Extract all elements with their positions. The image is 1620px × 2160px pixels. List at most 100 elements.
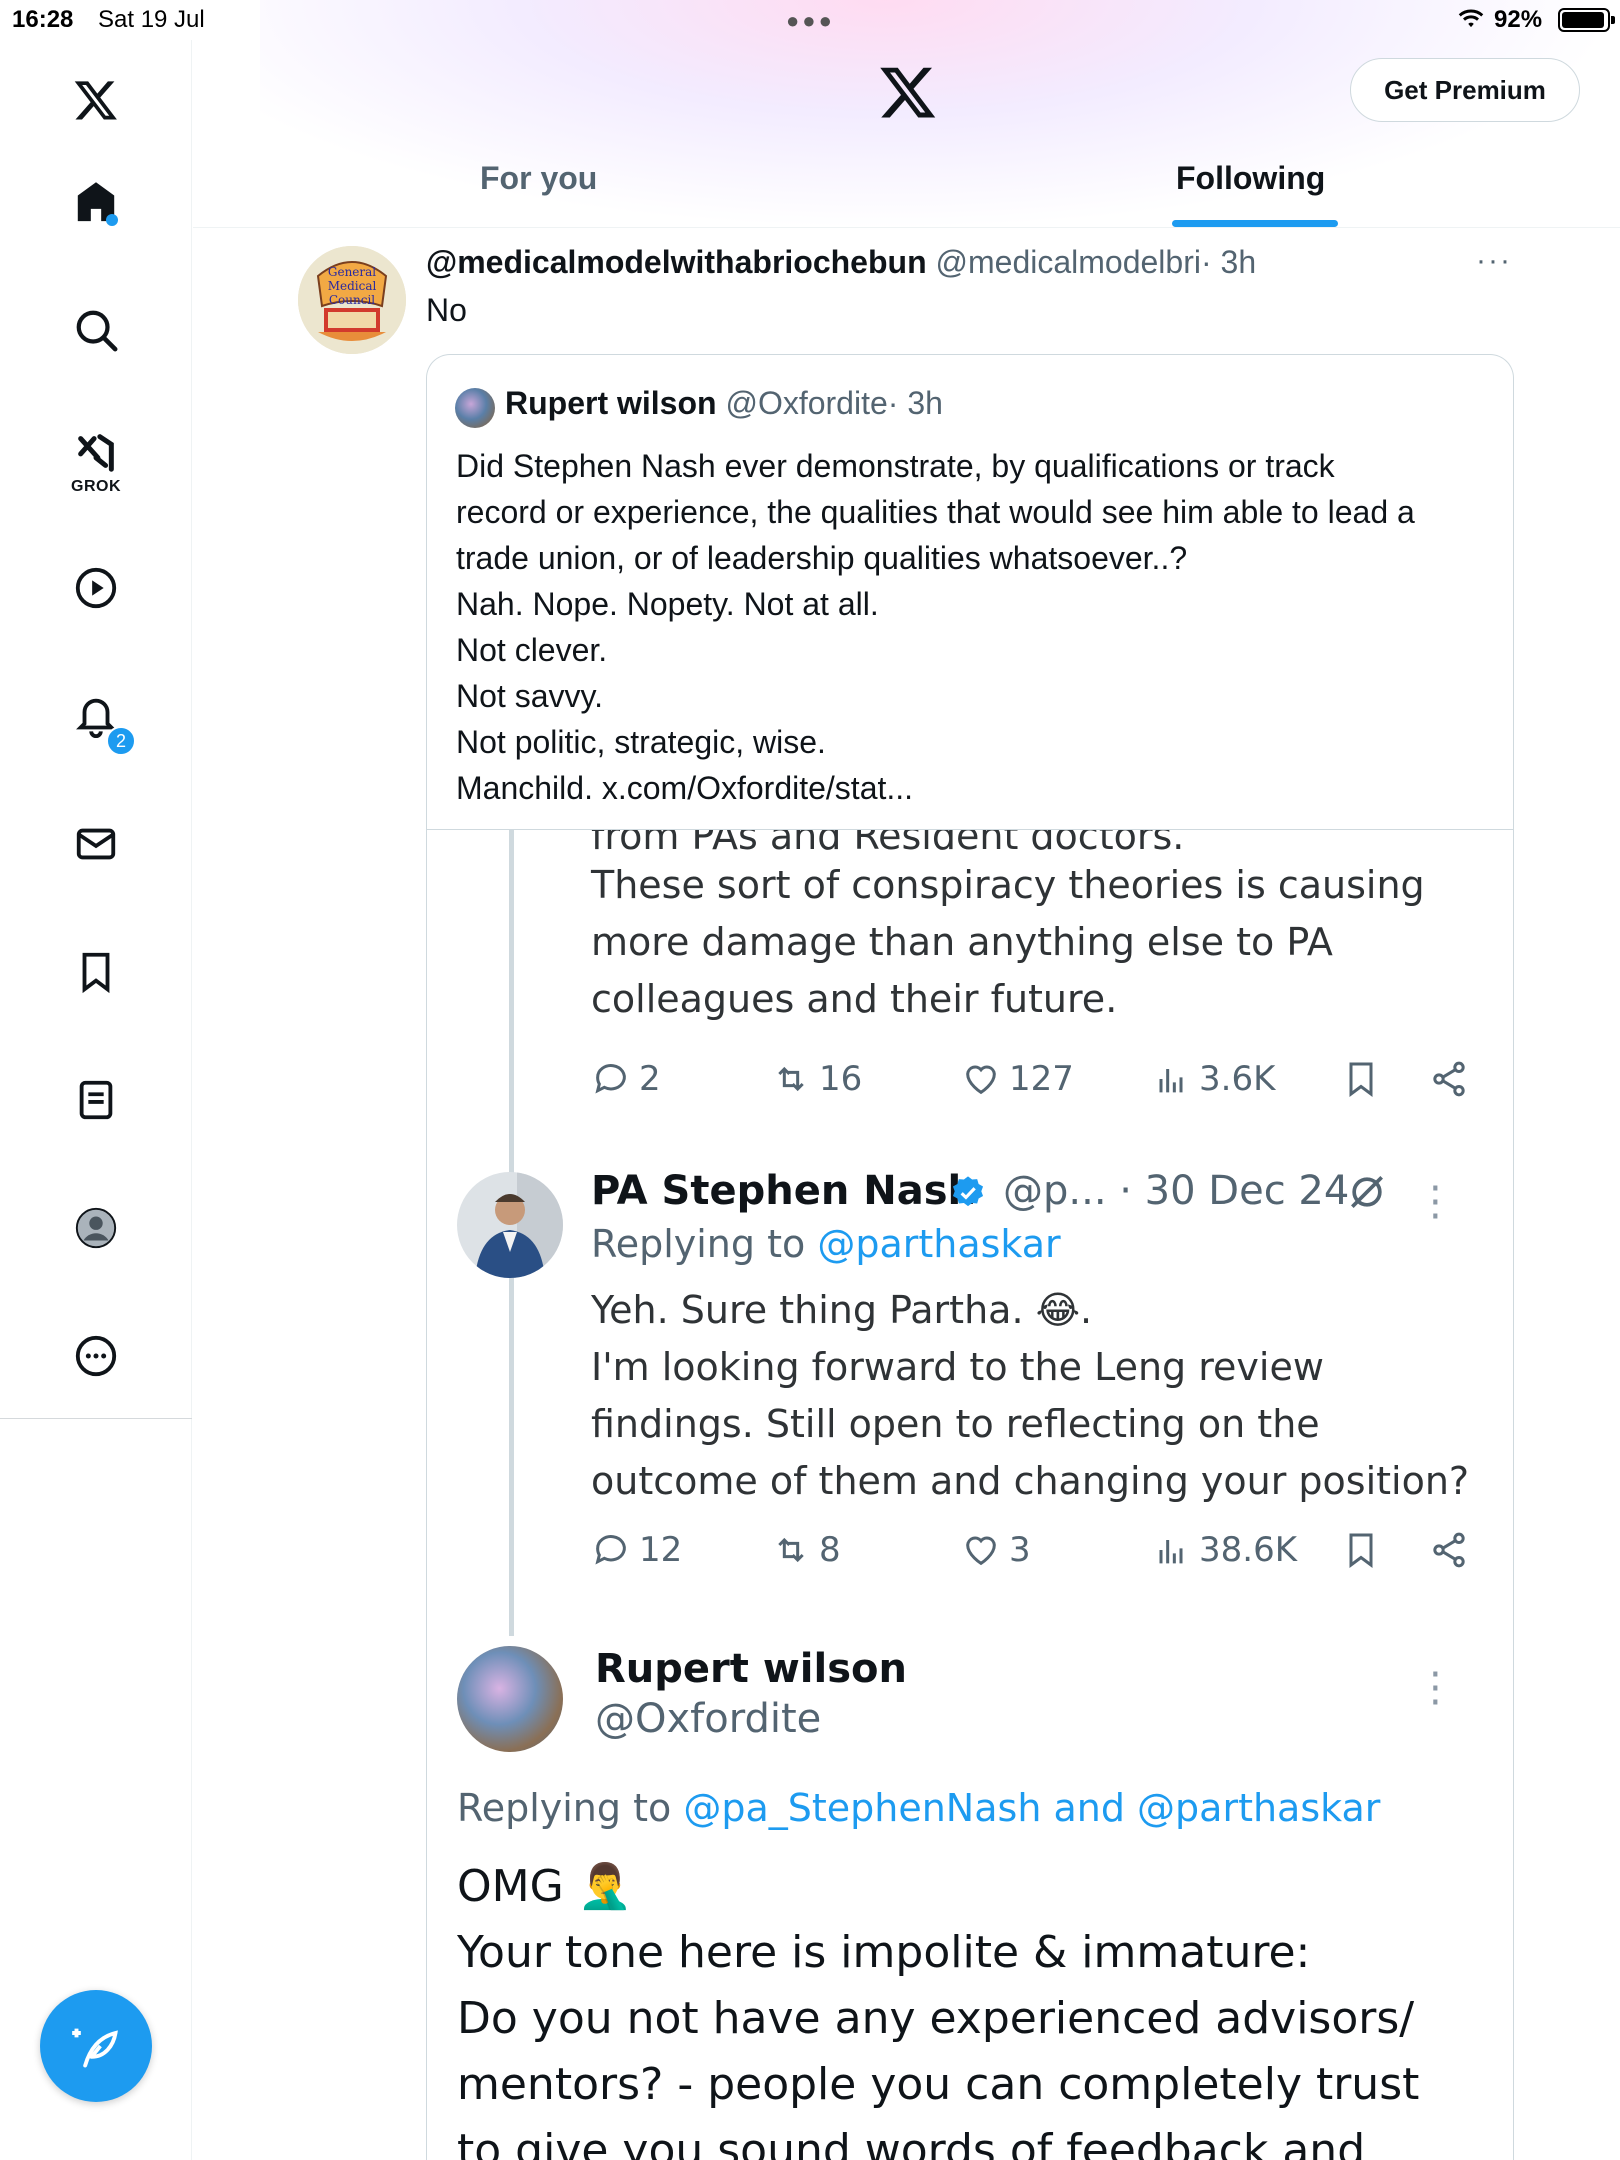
heart-icon <box>966 1065 996 1095</box>
avatar[interactable]: General Medical Council <box>298 246 406 354</box>
sidebar-item-bookmarks[interactable] <box>64 940 128 1004</box>
status-date: Sat 19 Jul <box>98 6 205 33</box>
quoted-text-link[interactable]: Manchild. x.com/Oxfordite/stat... <box>456 765 1496 811</box>
shot-reply-count: 2 <box>639 1059 661 1099</box>
shot-share-action <box>1429 1059 1469 1099</box>
shot-views-count: 38.6K <box>1199 1530 1297 1570</box>
shot-replying-prefix: Replying to <box>591 1222 806 1266</box>
battery-percent: 92% <box>1494 6 1543 33</box>
grok-label: GROK <box>71 478 121 495</box>
grok-icon <box>78 434 114 472</box>
svg-text:Medical: Medical <box>328 279 377 293</box>
list-icon <box>79 1080 113 1120</box>
quoted-avatar[interactable] <box>455 388 495 428</box>
shot-tweet3-line: OMG 🤦‍♂️ <box>457 1861 633 1912</box>
shot-like-action: 3 <box>961 1530 1031 1570</box>
views-icon <box>1159 1540 1183 1564</box>
shot-like-action: 127 <box>961 1059 1074 1099</box>
reply-icon <box>595 1535 626 1565</box>
shot-repost-action: 16 <box>771 1059 862 1099</box>
more-circle-icon <box>75 1335 117 1377</box>
play-icon <box>75 567 117 609</box>
quoted-post[interactable]: Rupert wilson @Oxfordite· 3h Did Stephen… <box>426 354 1514 2160</box>
sidebar-item-lists[interactable] <box>64 1068 128 1132</box>
quoted-text-line: record or experience, the qualities that… <box>456 494 1415 530</box>
bookmark-icon <box>82 952 110 994</box>
shot-stephen-avatar <box>457 1172 563 1278</box>
quoted-time: · 3h <box>887 385 943 421</box>
shot-replying-handle: @pa_StephenNash and @parthaskar <box>683 1786 1381 1830</box>
active-tab-indicator <box>1172 220 1338 227</box>
quoted-text: Did Stephen Nash ever demonstrate, by qu… <box>456 443 1496 811</box>
quoted-text-line: Did Stephen Nash ever demonstrate, by qu… <box>456 448 1335 484</box>
post-author-name[interactable]: @medicalmodelwithabriochebun <box>426 244 927 280</box>
post-time[interactable]: · 3h <box>1201 244 1256 280</box>
sidebar-item-messages[interactable] <box>64 812 128 876</box>
shot-tweet1-line: colleagues and their future. <box>591 977 1118 1021</box>
shot-share-action <box>1429 1530 1469 1570</box>
shot-repost-action: 8 <box>771 1530 841 1570</box>
shot-tweet3-line: mentors? - people you can completely tru… <box>457 2059 1420 2110</box>
bookmark-icon <box>1349 1533 1373 1568</box>
get-premium-button[interactable]: Get Premium <box>1350 58 1580 122</box>
sidebar-item-explore[interactable] <box>64 298 128 362</box>
x-logo-icon[interactable] <box>64 68 128 132</box>
svg-text:Council: Council <box>329 293 375 307</box>
header-divider <box>193 227 1620 228</box>
shot-rupert-name: Rupert wilson <box>595 1646 907 1692</box>
post-text: No <box>426 292 467 328</box>
search-icon <box>76 310 118 352</box>
shot-tweet1-line: more damage than anything else to PA <box>591 920 1333 964</box>
quoted-header: Rupert wilson @Oxfordite· 3h <box>505 385 943 422</box>
shot-views-action: 38.6K <box>1151 1530 1297 1570</box>
wifi-icon <box>1458 9 1484 28</box>
status-time: 16:28 <box>12 6 74 33</box>
quoted-text-line: Nah. Nope. Nopety. Not at all. <box>456 586 879 622</box>
quoted-text-line: Not politic, strategic, wise. <box>456 724 826 760</box>
sidebar-nav: GROK 2 <box>0 40 192 2160</box>
shot-tweet3-line: to give you sound words of feedback and <box>457 2125 1366 2160</box>
shot-tweet1-line: These sort of conspiracy theories is cau… <box>591 863 1425 907</box>
shot-bookmark-action <box>1341 1059 1381 1099</box>
x-logo-icon[interactable] <box>878 62 938 122</box>
battery-icon <box>1558 8 1615 32</box>
mail-icon <box>76 828 116 860</box>
sidebar-divider <box>0 1418 192 1419</box>
sidebar-item-profile[interactable] <box>64 1196 128 1260</box>
shot-rupert-avatar <box>457 1646 563 1752</box>
shot-reply-count: 12 <box>639 1530 683 1570</box>
shot-rupert-replying: Replying to @pa_StephenNash and @parthas… <box>457 1786 1380 1830</box>
sidebar-item-more[interactable] <box>64 1324 128 1388</box>
shot-tweet2-line: Yeh. Sure thing Partha. 😂. <box>591 1288 1093 1332</box>
shot-repost-count: 8 <box>819 1530 841 1570</box>
tab-following[interactable]: Following <box>1176 160 1325 197</box>
sidebar-item-home[interactable] <box>64 170 128 234</box>
quoted-author-name[interactable]: Rupert wilson <box>505 385 717 421</box>
avatar-image: General Medical Council <box>298 246 406 354</box>
tab-for-you[interactable]: For you <box>480 160 597 197</box>
shot-tweet2-line: findings. Still open to reflecting on th… <box>591 1402 1320 1446</box>
sidebar-item-video[interactable] <box>64 556 128 620</box>
quoted-author-handle[interactable]: @Oxfordite <box>725 385 887 421</box>
sidebar-item-grok[interactable] <box>64 420 128 484</box>
compose-post-button[interactable] <box>40 1990 152 2102</box>
shot-stephen-replying: Replying to @parthaskar <box>591 1222 1061 1266</box>
post-more-options-icon[interactable]: ··· <box>1476 244 1512 278</box>
reply-icon <box>595 1064 626 1094</box>
heart-icon <box>966 1536 996 1566</box>
multitask-dots-icon[interactable]: ●●● <box>786 8 835 34</box>
post-header: @medicalmodelwithabriochebun @medicalmod… <box>426 244 1256 281</box>
post-author-handle[interactable]: @medicalmodelbri <box>936 244 1201 280</box>
repost-icon <box>778 1066 804 1092</box>
shot-reply-action: 12 <box>591 1530 682 1570</box>
shot-like-count: 3 <box>1009 1530 1031 1570</box>
quoted-text-line: Not savvy. <box>456 678 603 714</box>
shot-more-options-icon: · · · <box>1429 1166 1442 1240</box>
share-icon <box>1433 1061 1465 1097</box>
status-bar: 16:28 Sat 19 Jul ●●● 92% <box>0 0 1620 40</box>
compose-feather-icon <box>72 2028 118 2068</box>
home-unread-dot <box>106 214 118 226</box>
quoted-screenshot-image[interactable]: from PAs and Resident doctors. These sor… <box>427 830 1513 2160</box>
repost-icon <box>778 1537 804 1563</box>
shot-bookmark-action <box>1341 1530 1381 1570</box>
